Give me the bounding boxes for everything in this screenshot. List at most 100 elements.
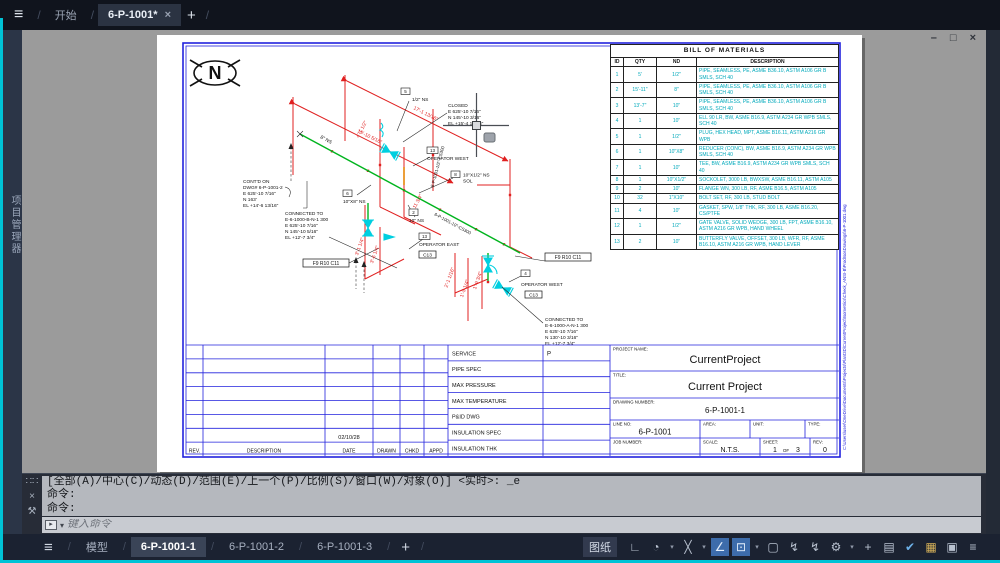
pipe-node-markers bbox=[330, 150, 512, 284]
paper-space-button[interactable]: 图纸 bbox=[583, 537, 617, 557]
isodraft-icon[interactable]: ∠ bbox=[711, 538, 729, 556]
line-no-label: LINE NO: bbox=[613, 422, 631, 427]
svg-text:E 625'-10 7/16": E 625'-10 7/16" bbox=[448, 109, 481, 115]
left-accent-bar bbox=[0, 18, 3, 563]
svg-text:N 145'-10 5/16": N 145'-10 5/16" bbox=[285, 229, 318, 235]
object-isolate-icon[interactable]: ▤ bbox=[880, 538, 898, 556]
layout-tab[interactable]: 6-P-1001-2 bbox=[219, 537, 294, 557]
anno-operator-west-2: OPERATOR WEST bbox=[521, 282, 563, 288]
anno-ns-sockolet: 10"X1/2" NS bbox=[463, 173, 490, 179]
anno-ns-reducer: 10"X8" NS bbox=[343, 199, 366, 205]
polar-tracking-icon[interactable]: ◔ bbox=[647, 538, 665, 556]
annotation-texts: 8" NS 6-P-1001-10"-CS300 6-P-1001-1/2"-C… bbox=[243, 97, 589, 347]
svg-text:APPD: APPD bbox=[429, 449, 443, 455]
project-name-value: CurrentProject bbox=[690, 354, 761, 366]
c13-label: C13 bbox=[423, 253, 432, 259]
close-icon[interactable]: × bbox=[970, 32, 976, 44]
drawing-number-value: 6-P-1001-1 bbox=[705, 406, 746, 415]
command-history-line: 命令: bbox=[47, 502, 76, 515]
restore-icon[interactable]: □ bbox=[950, 32, 957, 44]
spec-label: SERVICE bbox=[452, 351, 476, 357]
object-snap-tracking-icon[interactable]: ╳ bbox=[679, 538, 697, 556]
new-tab-button[interactable]: + bbox=[181, 7, 202, 24]
bom-item-tags: 5 8 6 2 13 13 4 F9 R10 C11 F9 R10 C11 C1… bbox=[302, 87, 592, 299]
tab-close-icon[interactable]: × bbox=[165, 9, 171, 21]
annotation-visibility-icon[interactable]: ↯ bbox=[785, 538, 803, 556]
svg-text:DATE: DATE bbox=[343, 449, 357, 455]
tab-start[interactable]: 开始 bbox=[45, 2, 87, 28]
minimize-icon[interactable]: – bbox=[931, 32, 937, 44]
drawing-number-label: DRAWING NUMBER: bbox=[613, 400, 655, 405]
bom-title: BILL OF MATERIALS bbox=[610, 43, 839, 59]
command-dropdown-icon[interactable]: ▾ bbox=[60, 521, 64, 530]
anno-operator-east: OPERATOR EAST bbox=[419, 242, 459, 248]
annotation-monitor-icon[interactable]: + bbox=[859, 538, 877, 556]
command-input[interactable] bbox=[67, 519, 981, 531]
customization-menu-icon[interactable]: ≡ bbox=[964, 538, 982, 556]
anno-dim-3-6: 3'-6 1/4" bbox=[369, 245, 381, 264]
svg-text:DESCRIPTION: DESCRIPTION bbox=[247, 449, 282, 455]
anno-connected-a: CONNECTED TO bbox=[545, 317, 583, 323]
add-layout-button[interactable]: + bbox=[395, 539, 416, 556]
panel-grip-icon[interactable]: ∷∷ bbox=[26, 476, 39, 487]
layout-separator: / bbox=[387, 541, 391, 553]
drawing-viewport[interactable]: – □ × N 17'-1 13/16" 15'-10 5/16" 4'-1 1… bbox=[22, 30, 986, 473]
bom-row: 13 2 10" BUTTERFLY VALVE, OFFSET, 300 LB, W… bbox=[610, 233, 839, 251]
layout-tab-active[interactable]: 6-P-1001-1 bbox=[130, 537, 206, 557]
svg-text:N 163': N 163' bbox=[243, 197, 257, 203]
anno-ns8: 8" NS bbox=[319, 134, 333, 145]
layout-menu-icon[interactable]: ≡ bbox=[44, 539, 53, 556]
layout-separator: / bbox=[67, 541, 71, 553]
project-manager-palette-tab[interactable]: 项目管理器 bbox=[3, 30, 22, 534]
svg-text:N 130'-10 3/16": N 130'-10 3/16" bbox=[545, 335, 578, 341]
ortho-mode-icon[interactable]: ∟ bbox=[626, 538, 644, 556]
svg-text:INSULATION SPEC: INSULATION SPEC bbox=[452, 431, 501, 437]
c13-label-2: C13 bbox=[529, 293, 538, 299]
clean-screen-icon[interactable]: ▣ bbox=[943, 538, 961, 556]
project-name-label: PROJECT NAME: bbox=[613, 347, 648, 352]
tab-current-drawing[interactable]: 6-P-1001* × bbox=[98, 4, 182, 26]
workspace-dropdown-icon[interactable]: ▾ bbox=[848, 543, 856, 551]
workspace-gear-icon[interactable]: ⚙ bbox=[827, 538, 845, 556]
panel-close-icon[interactable]: × bbox=[29, 491, 35, 502]
panel-tools-icon[interactable]: ⚒ bbox=[28, 506, 37, 517]
svg-text:EL +12'-7 3/4": EL +12'-7 3/4" bbox=[285, 235, 315, 241]
grid-reference-label-2: F9 R10 C11 bbox=[555, 255, 582, 261]
status-bar: ≡ / 模型 / 6-P-1001-1 / 6-P-1001-2 / 6-P-1… bbox=[0, 534, 1000, 560]
workspace-switch-icon[interactable]: ▦ bbox=[922, 538, 940, 556]
anno-contd: CONT'D ON bbox=[243, 179, 270, 185]
rev-label: REV: bbox=[813, 440, 823, 445]
file-path-watermark: C:\Users\user\OneDrive\Documents\Project… bbox=[842, 204, 847, 450]
tab-separator: / bbox=[90, 8, 95, 22]
layout-tab[interactable]: 6-P-1001-3 bbox=[307, 537, 382, 557]
layout-separator: / bbox=[299, 541, 303, 553]
snap-dropdown-icon[interactable]: ▾ bbox=[700, 543, 708, 551]
tab-model[interactable]: 模型 bbox=[76, 535, 118, 559]
type-label: TYPE: bbox=[808, 422, 820, 427]
rev-value: 0 bbox=[823, 447, 827, 454]
command-prompt-icon[interactable]: ▸ bbox=[45, 520, 57, 530]
polar-dropdown-icon[interactable]: ▾ bbox=[668, 543, 676, 551]
dynamic-input-dropdown-icon[interactable]: ▾ bbox=[753, 543, 761, 551]
sheet-label: SHEET: bbox=[763, 440, 778, 445]
tab-separator: / bbox=[37, 8, 41, 22]
command-history: [全部(A)/中心(C)/动态(D)/范围(E)/上一个(P)/比例(S)/窗口… bbox=[42, 476, 981, 516]
job-number-label: JOB NUMBER: bbox=[613, 440, 642, 445]
svg-text:E 625'-10 7/16": E 625'-10 7/16" bbox=[545, 329, 578, 335]
graphics-performance-icon[interactable]: ✔ bbox=[901, 538, 919, 556]
bom-row: 4 1 10" ELL 90 LR, BW, ASME B16.9, ASTM A23… bbox=[610, 112, 839, 130]
bom-row: 12 1 1/2" GATE VALVE, SOLID WEDGE, 300 LB, … bbox=[610, 218, 839, 235]
right-edge-panel bbox=[986, 30, 1000, 534]
cad-application-window: ≡ / 开始 / 6-P-1001* × + / 项目管理器 – □ × N 1… bbox=[0, 0, 1000, 563]
annotation-autoscale-icon[interactable]: ↯ bbox=[806, 538, 824, 556]
svg-text:13: 13 bbox=[422, 234, 428, 239]
anno-connected-b: CONNECTED TO bbox=[285, 211, 323, 217]
svg-text:CHKD: CHKD bbox=[405, 449, 420, 455]
selection-cycling-icon[interactable]: ▢ bbox=[764, 538, 782, 556]
bom-row: 9 2 10" FLANGE WN, 300 LB, RF, ASME B16.5, … bbox=[610, 184, 839, 195]
dynamic-input-icon[interactable]: ⊡ bbox=[732, 538, 750, 556]
rev-date-value: 02/10/28 bbox=[338, 435, 359, 441]
svg-text:PIPE SPEC: PIPE SPEC bbox=[452, 367, 481, 373]
app-menu-icon[interactable]: ≡ bbox=[14, 6, 23, 24]
status-toggles: 图纸 ∟ ◔ ▾ ╳ ▾ ∠ ⊡ ▾ ▢ ↯ ↯ ⚙ ▾ + ▤ ✔ ▦ ▣ ≡ bbox=[583, 537, 1000, 557]
